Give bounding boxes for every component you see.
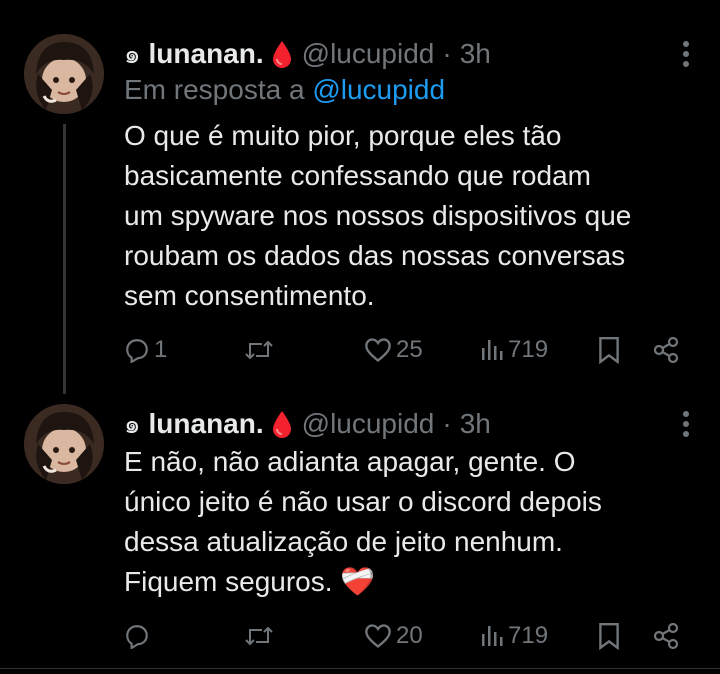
- reply-to-mention[interactable]: @lucupidd: [312, 74, 445, 105]
- views-icon: [482, 340, 503, 360]
- views-icon: [482, 626, 503, 646]
- tweet-2[interactable]: ๑ lunanan. @lucupidd · 3h E não, não adi…: [0, 404, 720, 664]
- bookmark-icon: [599, 622, 619, 650]
- repost-icon: [245, 340, 273, 360]
- separator-dot: ·: [442, 38, 452, 69]
- like-button[interactable]: 20: [364, 616, 423, 656]
- repost-button[interactable]: [244, 616, 278, 656]
- avatar[interactable]: [24, 404, 104, 484]
- tweet-1[interactable]: ๑ lunanan. @lucupidd · 3h Em resposta a …: [0, 34, 720, 394]
- blood-drop-icon: [272, 410, 292, 438]
- share-button[interactable]: [652, 616, 680, 656]
- divider: [0, 668, 720, 669]
- tweet-text: O que é muito pior, porque eles tão basi…: [124, 120, 632, 311]
- handle[interactable]: @lucupidd: [302, 38, 435, 70]
- like-button[interactable]: 25: [364, 330, 423, 370]
- more-icon[interactable]: [682, 410, 690, 443]
- action-bar: 1 25 719: [124, 330, 684, 370]
- mending-heart-icon: ❤️‍🩹: [340, 566, 376, 597]
- reply-icon: [126, 625, 148, 649]
- spiral-icon: ๑: [124, 38, 141, 69]
- tweet-text: E não, não adianta apagar, gente. O únic…: [124, 442, 704, 602]
- tweet-header: ๑ lunanan. @lucupidd · 3h: [124, 34, 491, 74]
- bookmark-button[interactable]: [598, 616, 620, 656]
- reply-icon: [126, 339, 148, 363]
- reply-to-prefix: Em resposta a: [124, 74, 305, 105]
- reply-button[interactable]: 1: [124, 330, 167, 370]
- reply-count: 1: [154, 336, 168, 363]
- views-button[interactable]: 719: [480, 616, 548, 656]
- like-count: 25: [396, 336, 423, 363]
- handle[interactable]: @lucupidd: [302, 408, 435, 440]
- views-count: 719: [508, 622, 549, 649]
- timestamp[interactable]: 3h: [460, 408, 491, 440]
- tweet-header: ๑ lunanan. @lucupidd · 3h: [124, 404, 491, 444]
- blood-drop-icon: [272, 40, 292, 68]
- reply-context: Em resposta a @lucupidd: [124, 74, 445, 106]
- bookmark-button[interactable]: [598, 330, 620, 370]
- like-count: 20: [396, 622, 423, 649]
- like-icon: [365, 338, 391, 362]
- reply-button[interactable]: [124, 616, 154, 656]
- bookmark-icon: [599, 336, 619, 364]
- repost-button[interactable]: [244, 330, 278, 370]
- separator-dot: ·: [442, 408, 452, 439]
- avatar[interactable]: [24, 34, 104, 114]
- share-button[interactable]: [652, 330, 680, 370]
- timestamp[interactable]: 3h: [460, 38, 491, 70]
- thread-line: [63, 124, 66, 394]
- views-count: 719: [508, 336, 549, 363]
- spiral-icon: ๑: [124, 408, 141, 439]
- display-name[interactable]: lunanan.: [149, 408, 264, 440]
- share-icon: [653, 336, 679, 364]
- action-bar: 20 719: [124, 616, 684, 656]
- like-icon: [365, 624, 391, 648]
- more-icon[interactable]: [682, 40, 690, 73]
- repost-icon: [245, 626, 273, 646]
- share-icon: [653, 622, 679, 650]
- display-name[interactable]: lunanan.: [149, 38, 264, 70]
- views-button[interactable]: 719: [480, 330, 548, 370]
